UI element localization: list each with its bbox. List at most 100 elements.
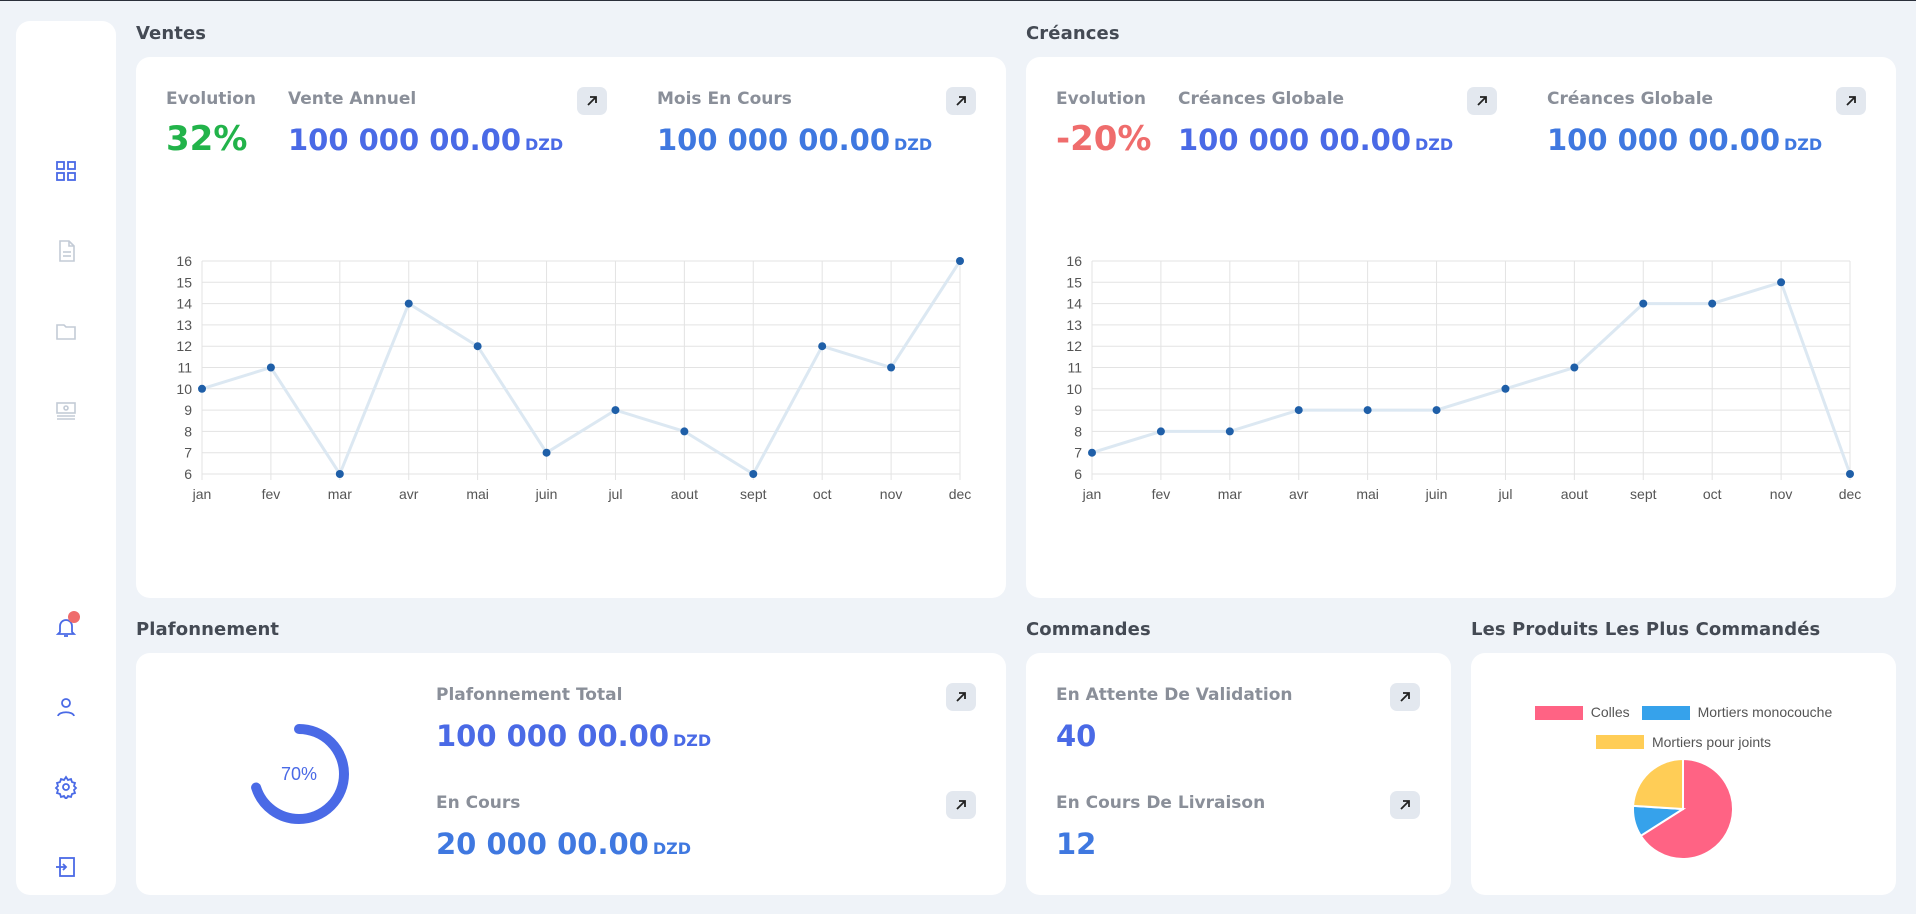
- plafonnement-card: 70% Plafonnement Total 100 000 00.00 DZD …: [136, 653, 1006, 895]
- x-tick-label: jul: [607, 486, 622, 502]
- sidebar: [16, 21, 116, 895]
- creances-global-open-button[interactable]: [1467, 87, 1497, 115]
- x-tick-label: oct: [1703, 486, 1722, 502]
- plafonnement-total-open-button[interactable]: [946, 683, 976, 711]
- ventes-annual-value: 100 000 00.00 DZD: [288, 123, 564, 157]
- data-point[interactable]: [956, 257, 964, 265]
- data-point[interactable]: [1225, 427, 1234, 436]
- x-tick-label: avr: [399, 486, 419, 502]
- data-point[interactable]: [1708, 299, 1717, 308]
- ventes-annual-open-button[interactable]: [577, 87, 607, 115]
- y-tick-label: 7: [1074, 445, 1082, 461]
- data-point[interactable]: [198, 384, 206, 393]
- data-point[interactable]: [1501, 384, 1510, 393]
- bell-icon[interactable]: [50, 611, 82, 643]
- notification-badge: [68, 611, 80, 623]
- arrow-up-right-icon: [1400, 800, 1410, 810]
- data-point[interactable]: [611, 406, 620, 415]
- creances-global-value: 100 000 00.00 DZD: [1178, 123, 1454, 157]
- data-point[interactable]: [680, 427, 689, 436]
- ventes-month-open-button[interactable]: [946, 87, 976, 115]
- data-point[interactable]: [542, 448, 551, 457]
- plafonnement-total-label: Plafonnement Total: [436, 685, 623, 705]
- x-tick-label: aout: [671, 486, 698, 502]
- creances-card: Evolution -20% Créances Globale 100 000 …: [1026, 57, 1896, 598]
- legend-item[interactable]: Colles: [1534, 699, 1630, 726]
- creances-global2-value: 100 000 00.00 DZD: [1547, 123, 1823, 157]
- legend-swatch: [1595, 735, 1644, 749]
- data-point[interactable]: [1294, 406, 1303, 415]
- ventes-month-label: Mois En Cours: [657, 89, 792, 109]
- legend-item[interactable]: Mortiers monocouche: [1641, 699, 1833, 726]
- plafonnement-encours-open-button[interactable]: [946, 791, 976, 819]
- document-icon[interactable]: [50, 235, 82, 267]
- data-point[interactable]: [1432, 406, 1441, 415]
- y-tick-label: 8: [1074, 423, 1082, 439]
- data-point[interactable]: [266, 363, 275, 372]
- data-point[interactable]: [1846, 470, 1854, 478]
- data-point[interactable]: [1363, 406, 1372, 415]
- y-tick-label: 16: [1066, 253, 1082, 269]
- products-pie-chart: [1632, 757, 1734, 860]
- logout-icon[interactable]: [50, 851, 82, 883]
- x-tick-label: fev: [262, 486, 281, 502]
- commandes-attente-label: En Attente De Validation: [1056, 685, 1293, 705]
- y-tick-label: 13: [176, 317, 192, 333]
- commandes-card: En Attente De Validation 40 En Cours De …: [1026, 653, 1451, 895]
- data-point[interactable]: [1777, 278, 1786, 287]
- legend-label: Mortiers monocouche: [1697, 704, 1833, 720]
- commandes-livraison-value: 12: [1056, 827, 1097, 861]
- creances-evolution-label: Evolution: [1056, 89, 1147, 109]
- data-point[interactable]: [1088, 448, 1096, 457]
- x-tick-label: jan: [192, 486, 212, 502]
- dashboard-icon[interactable]: [50, 155, 82, 187]
- data-point[interactable]: [749, 470, 758, 478]
- x-tick-label: mai: [1356, 486, 1379, 502]
- x-tick-label: dec: [1839, 486, 1862, 502]
- data-point[interactable]: [818, 342, 827, 351]
- ventes-evolution-value: 32%: [166, 119, 248, 159]
- x-tick-label: jan: [1082, 486, 1102, 502]
- y-tick-label: 11: [1067, 360, 1082, 376]
- data-point[interactable]: [1570, 363, 1579, 372]
- y-tick-label: 6: [1074, 466, 1082, 482]
- y-tick-label: 10: [1066, 381, 1082, 397]
- y-tick-label: 11: [177, 360, 192, 376]
- commandes-attente-open-button[interactable]: [1390, 683, 1420, 711]
- user-icon[interactable]: [50, 691, 82, 723]
- arrow-up-right-icon: [1400, 692, 1410, 702]
- x-tick-label: nov: [1770, 486, 1793, 502]
- y-tick-label: 8: [184, 423, 192, 439]
- x-tick-label: aout: [1561, 486, 1588, 502]
- gauge-label: 70%: [281, 764, 317, 784]
- ventes-month-value: 100 000 00.00 DZD: [657, 123, 933, 157]
- legend-item[interactable]: Mortiers pour joints: [1595, 729, 1772, 756]
- arrow-up-right-icon: [587, 96, 597, 106]
- ventes-title: Ventes: [136, 23, 207, 44]
- x-tick-label: juin: [535, 486, 558, 502]
- data-point[interactable]: [335, 470, 344, 478]
- data-point[interactable]: [1639, 299, 1648, 308]
- arrow-up-right-icon: [956, 800, 966, 810]
- x-tick-label: dec: [949, 486, 972, 502]
- x-tick-label: avr: [1289, 486, 1309, 502]
- legend-swatch: [1641, 705, 1690, 720]
- legend-swatch: [1534, 705, 1583, 720]
- plafonnement-encours-label: En Cours: [436, 793, 521, 813]
- payment-icon[interactable]: [50, 395, 82, 427]
- data-point[interactable]: [473, 342, 482, 351]
- folder-icon[interactable]: [50, 315, 82, 347]
- creances-global2-open-button[interactable]: [1836, 87, 1866, 115]
- commandes-livraison-open-button[interactable]: [1390, 791, 1420, 819]
- settings-icon[interactable]: [50, 771, 82, 803]
- data-point[interactable]: [404, 299, 413, 308]
- y-tick-label: 12: [176, 338, 192, 354]
- x-tick-label: mar: [1218, 486, 1242, 502]
- x-tick-label: sept: [740, 486, 767, 502]
- data-point[interactable]: [887, 363, 896, 372]
- y-tick-label: 9: [184, 402, 192, 418]
- legend-label: Mortiers pour joints: [1651, 733, 1772, 750]
- data-point[interactable]: [1156, 427, 1165, 436]
- creances-global-label: Créances Globale: [1178, 89, 1345, 109]
- pie-slice[interactable]: [1632, 757, 1684, 811]
